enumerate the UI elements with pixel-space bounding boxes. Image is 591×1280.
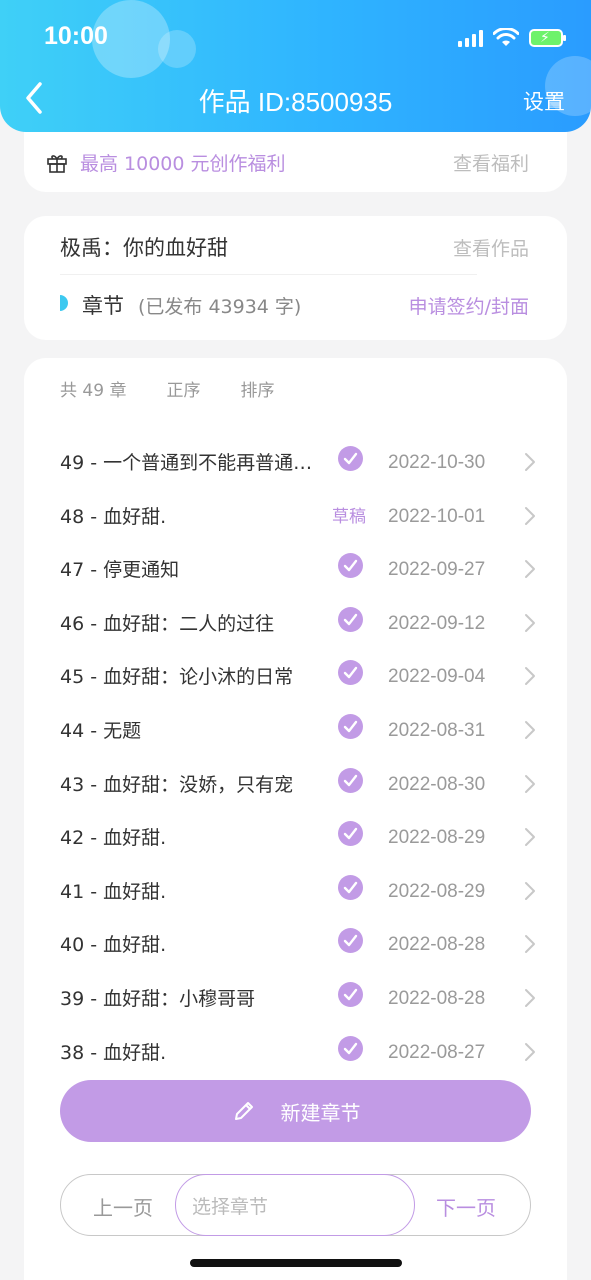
published-check-icon	[338, 767, 363, 793]
chapter-list: 49 - 一个普通到不能再普通的通知 2022-10-30 48 - 血好甜. 草稿 2…	[24, 430, 567, 1065]
chapter-row[interactable]: 45 - 血好甜：论小沐的日常 2022-09-04	[24, 644, 567, 698]
draft-badge: 草稿	[332, 506, 366, 527]
work-title: 极禹：你的血好甜	[60, 236, 228, 260]
chapter-select-placeholder: 选择章节	[192, 1195, 269, 1218]
chapter-title: 44 - 无题	[60, 719, 142, 742]
chapter-date: 2022-09-04	[388, 666, 486, 688]
wifi-icon	[493, 28, 519, 46]
chapter-row[interactable]: 46 - 血好甜：二人的过往 2022-09-12	[24, 591, 567, 645]
chevron-right-icon	[525, 667, 535, 686]
chapter-date: 2022-08-27	[388, 1041, 486, 1063]
published-word-count: (已发布 43934 字)	[138, 296, 302, 318]
chevron-right-icon	[525, 453, 535, 471]
chapter-row[interactable]: 47 - 停更通知 2022-09-27	[24, 537, 567, 591]
chevron-right-icon	[525, 988, 535, 1007]
chevron-right-icon	[525, 935, 535, 954]
status-time: 10:00	[44, 22, 108, 50]
chapter-date: 2022-08-28	[388, 934, 486, 956]
published-check-icon	[338, 606, 363, 632]
chapter-total: 共 49 章	[60, 381, 127, 401]
sort-button[interactable]: 排序	[240, 376, 274, 401]
chapter-title: 45 - 血好甜：论小沐的日常	[60, 666, 294, 689]
chapter-title: 48 - 血好甜.	[60, 505, 167, 528]
chapter-date: 2022-10-01	[388, 505, 486, 527]
chevron-right-icon	[525, 613, 535, 632]
chapter-row[interactable]: 40 - 血好甜. 2022-08-28	[24, 912, 567, 966]
chapter-title: 41 - 血好甜.	[60, 880, 167, 903]
pagination: 上一页 选择章节 下一页	[60, 1173, 531, 1236]
chapter-date: 2022-08-28	[388, 987, 486, 1009]
chapter-row[interactable]: 42 - 血好甜. 2022-08-29	[24, 805, 567, 859]
chapter-date: 2022-08-30	[388, 773, 486, 795]
chevron-right-icon	[525, 881, 535, 900]
order-toggle[interactable]: 正序	[166, 376, 200, 401]
view-work-link[interactable]: 查看作品	[453, 234, 529, 261]
chapter-row[interactable]: 38 - 血好甜. 2022-08-27	[24, 1020, 567, 1065]
decor-bubble	[158, 30, 196, 68]
chapter-date: 2022-09-27	[388, 559, 486, 581]
chapter-title: 42 - 血好甜.	[60, 827, 167, 850]
status-icons: ⚡	[458, 26, 566, 50]
chapter-row[interactable]: 44 - 无题 2022-08-31	[24, 698, 567, 752]
chapter-row[interactable]: 48 - 血好甜. 草稿 2022-10-01	[24, 484, 567, 538]
chapter-title: 38 - 血好甜.	[60, 1041, 167, 1064]
chevron-right-icon	[525, 774, 535, 793]
published-check-icon	[338, 928, 363, 954]
pencil-icon	[234, 1102, 253, 1120]
published-check-icon	[338, 1035, 363, 1061]
chapter-row[interactable]: 43 - 血好甜：没娇，只有宠 2022-08-30	[24, 752, 567, 806]
published-check-icon	[338, 446, 363, 471]
chapter-row[interactable]: 41 - 血好甜. 2022-08-29	[24, 859, 567, 913]
chapter-date: 2022-09-12	[388, 612, 486, 634]
prev-page-button[interactable]: 上一页	[93, 1192, 153, 1221]
chapter-title: 40 - 血好甜.	[60, 934, 167, 957]
chapter-title: 46 - 血好甜：二人的过往	[60, 612, 275, 635]
chapter-section-label: 章节	[82, 294, 124, 318]
chapter-row[interactable]: 39 - 血好甜：小穆哥哥 2022-08-28	[24, 966, 567, 1020]
chevron-right-icon	[525, 828, 535, 847]
chevron-right-icon	[525, 720, 535, 739]
battery-icon: ⚡	[529, 29, 566, 47]
chapter-date: 2022-08-31	[388, 719, 486, 741]
welfare-promo-text[interactable]: 最高 10000 元创作福利	[80, 149, 286, 176]
next-page-button[interactable]: 下一页	[436, 1192, 496, 1221]
chapter-toolbar: 共 49 章 正序 排序	[60, 376, 274, 401]
chapter-title: 39 - 血好甜：小穆哥哥	[60, 987, 256, 1010]
divider	[60, 274, 477, 275]
work-info-card: 极禹：你的血好甜 查看作品 章节 (已发布 43934 字) 申请签约/封面	[24, 216, 567, 340]
home-indicator	[190, 1259, 402, 1267]
published-check-icon	[338, 553, 363, 579]
chapter-row[interactable]: 49 - 一个普通到不能再普通的通知 2022-10-30	[24, 430, 567, 484]
chevron-right-icon	[525, 1042, 535, 1061]
chapter-title: 49 - 一个普通到不能再普通的通知	[60, 452, 316, 474]
chapter-title: 47 - 停更通知	[60, 559, 180, 582]
apply-sign-cover-link[interactable]: 申请签约/封面	[409, 292, 529, 319]
chapter-date: 2022-08-29	[388, 880, 486, 902]
published-check-icon	[338, 874, 363, 900]
published-check-icon	[338, 821, 363, 847]
chapter-title: 43 - 血好甜：没娇，只有宠	[60, 773, 294, 796]
published-check-icon	[338, 981, 363, 1007]
published-check-icon	[338, 660, 363, 686]
section-marker	[60, 295, 68, 311]
new-chapter-label: 新建章节	[280, 1100, 361, 1125]
gift-icon	[47, 155, 67, 173]
chevron-right-icon	[525, 560, 535, 579]
published-check-icon	[338, 713, 363, 739]
chevron-right-icon	[525, 506, 535, 525]
chapter-date: 2022-08-29	[388, 827, 486, 849]
page-title: 作品 ID:8500935	[198, 87, 393, 117]
settings-button[interactable]: 设置	[523, 86, 565, 116]
view-welfare-link[interactable]: 查看福利	[453, 149, 529, 176]
chapter-date: 2022-10-30	[388, 452, 486, 473]
signal-icon	[458, 29, 483, 47]
chapter-select[interactable]: 选择章节	[175, 1173, 415, 1236]
chapter-list-card: 共 49 章 正序 排序 49 - 一个普通到不能再普通的通知 2022-10-3…	[24, 358, 567, 1280]
new-chapter-button[interactable]: 新建章节	[60, 1080, 531, 1142]
app-header: 10:00 ⚡ 作品 ID:8500935 设置	[0, 0, 591, 132]
